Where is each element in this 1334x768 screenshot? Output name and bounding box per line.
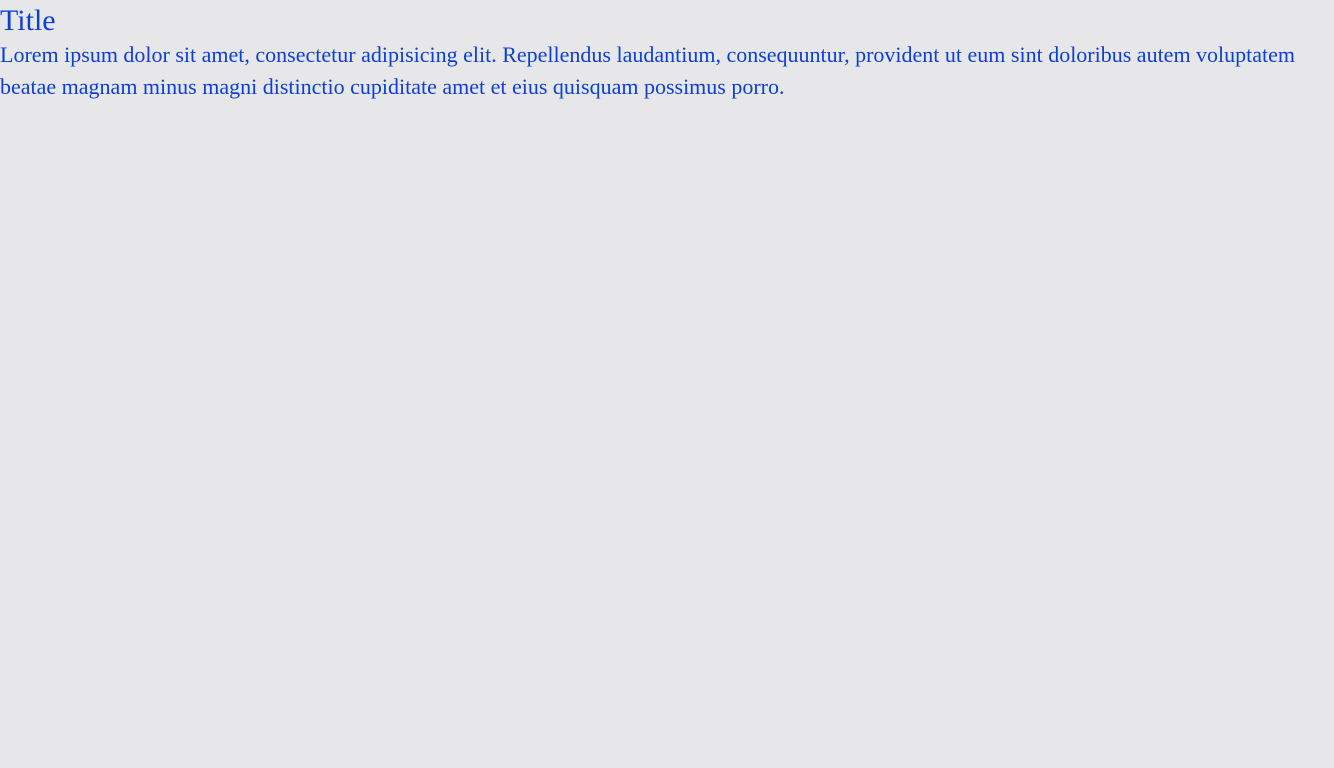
body-text: Lorem ipsum dolor sit amet, consectetur … bbox=[0, 42, 1296, 99]
page-container: Title Lorem ipsum dolor sit amet, consec… bbox=[0, 0, 1334, 768]
page-title: Title bbox=[0, 4, 56, 37]
